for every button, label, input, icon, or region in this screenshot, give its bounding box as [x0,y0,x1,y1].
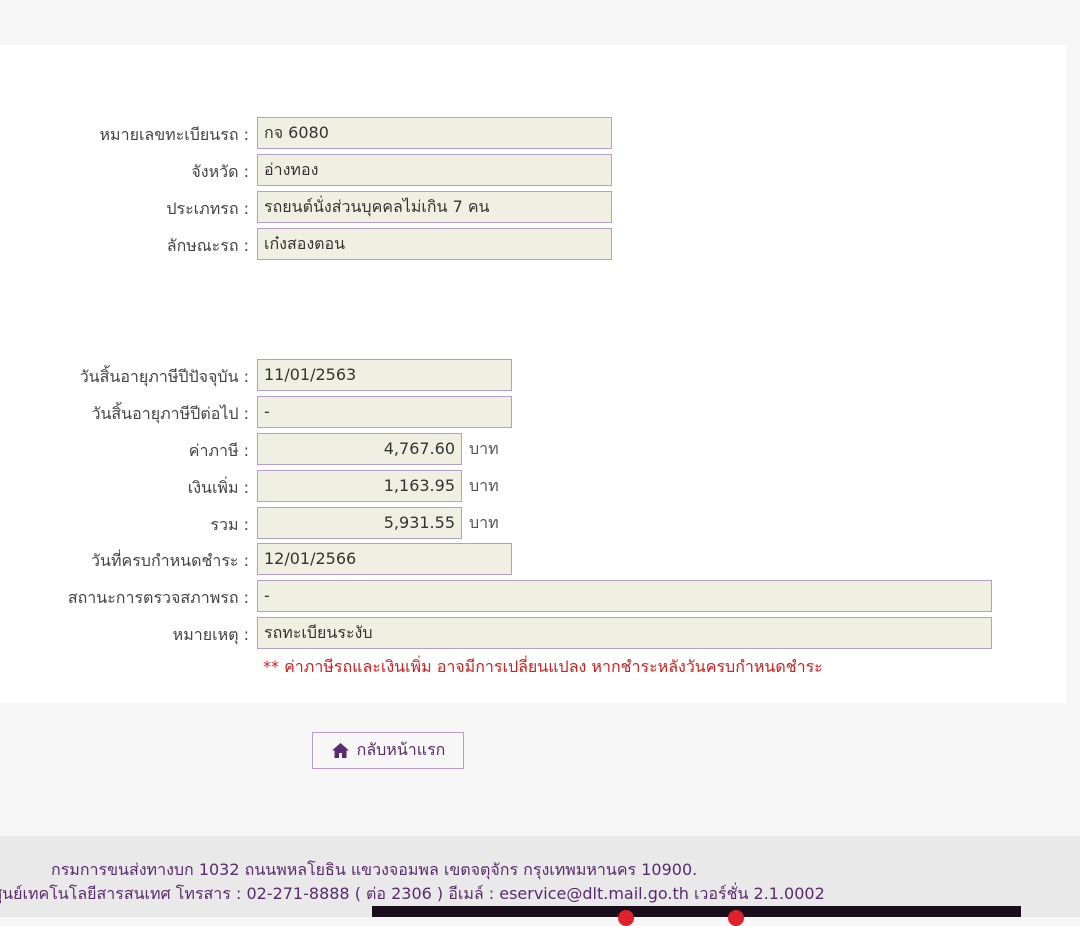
surcharge-label: เงินเพิ่ม : [187,478,249,497]
total-unit: บาท [469,513,499,532]
plate-field: กจ 6080 [257,117,612,149]
plate-label: หมายเลขทะเบียนรถ : [99,125,250,144]
province-label: จังหวัด : [191,162,249,181]
vehicle-type-label: ประเภทรถ : [166,199,249,218]
total-field: 5,931.55 [257,507,462,539]
vehicle-type-field: รถยนต์นั่งส่วนบุคคลไม่เกิน 7 คน [257,191,612,223]
home-icon [331,742,350,759]
footer-contact: ศูนย์เทคโนโลยีสารสนเทศ โทรสาร : 02-271-8… [0,884,825,903]
current-expiry-label: วันสิ้นอายุภาษีปีปัจจุบัน : [79,367,249,386]
due-date-label: วันที่ครบกำหนดชำระ : [91,551,249,570]
banner-light [618,910,634,926]
inspection-field: - [257,580,992,612]
next-expiry-label: วันสิ้นอายุภาษีปีต่อไป : [91,404,249,423]
vehicle-style-label: ลักษณะรถ : [166,236,249,255]
tax-amount-field: 4,767.60 [257,433,462,465]
home-button-label: กลับหน้าแรก [356,740,446,759]
surcharge-field: 1,163.95 [257,470,462,502]
tax-change-note: ** ค่าภาษีรถและเงินเพิ่ม อาจมีการเปลี่ยน… [263,657,823,676]
province-field: อ่างทอง [257,154,612,186]
tax-unit: บาท [469,439,499,458]
surcharge-unit: บาท [469,476,499,495]
home-button[interactable]: กลับหน้าแรก [312,732,464,769]
tax-label: ค่าภาษี : [188,441,249,460]
next-expiry-field: - [257,396,512,428]
inspection-label: สถานะการตรวจสภาพรถ : [67,588,249,607]
footer-banner-image [372,906,1021,926]
banner-light [728,910,744,926]
remark-field: รถทะเบียนระงับ [257,617,992,649]
current-expiry-field: 11/01/2563 [257,359,512,391]
vehicle-style-field: เก๋งสองตอน [257,228,612,260]
due-date-field: 12/01/2566 [257,543,512,575]
total-label: รวม : [210,515,249,534]
remark-label: หมายเหตุ : [172,625,249,644]
footer-address: กรมการขนส่งทางบก 1032 ถนนพหลโยธิน แขวงจอ… [51,860,698,879]
